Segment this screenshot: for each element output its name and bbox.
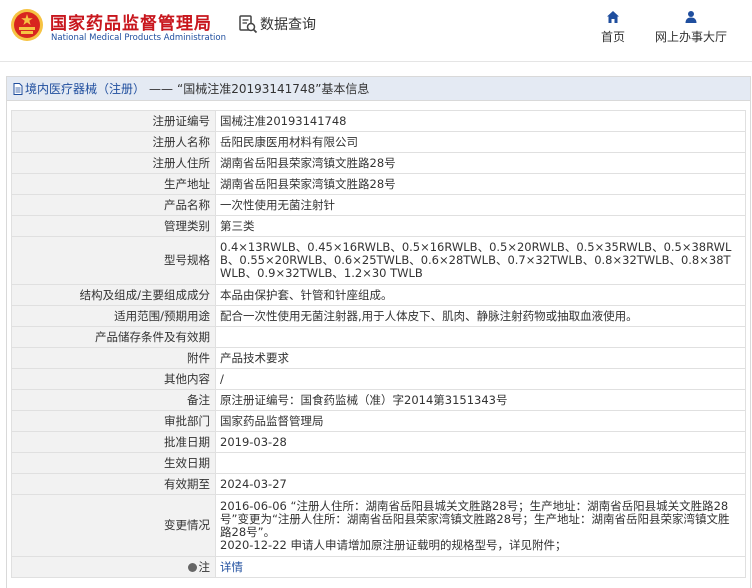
row-key: 注册人名称 — [11, 131, 216, 153]
table-row: 结构及组成/主要组成成分 本品由保护套、针管和针座组成。 — [11, 284, 746, 306]
table-row: 产品名称 一次性使用无菌注射针 — [11, 194, 746, 216]
breadcrumb-section-link[interactable]: 境内医疗器械（注册） — [25, 80, 145, 97]
row-key: 附件 — [11, 347, 216, 369]
row-key: 产品储存条件及有效期 — [11, 326, 216, 348]
change-record: 2020-12-22 申请人申请增加原注册证载明的规格型号，详见附件； — [220, 537, 567, 552]
table-row: 生产地址 湖南省岳阳县荣家湾镇文胜路28号 — [11, 173, 746, 195]
row-value — [215, 326, 746, 348]
table-row: 产品储存条件及有效期 — [11, 326, 746, 348]
table-row: 批准日期 2019-03-28 — [11, 431, 746, 453]
row-value: 湖南省岳阳县荣家湾镇文胜路28号 — [215, 173, 746, 195]
table-row: 审批部门 国家药品监督管理局 — [11, 410, 746, 432]
row-value: 一次性使用无菌注射针 — [215, 194, 746, 216]
row-value: 配合一次性使用无菌注射器,用于人体皮下、肌肉、静脉注射药物或抽取血液使用。 — [215, 305, 746, 327]
table-row: 适用范围/预期用途 配合一次性使用无菌注射器,用于人体皮下、肌肉、静脉注射药物或抽… — [11, 305, 746, 327]
info-dot-icon — [187, 562, 197, 572]
breadcrumb: 境内医疗器械（注册） —— “国械注准20193141748”基本信息 — [7, 77, 750, 101]
table-row: 注册人名称 岳阳民康医用材料有限公司 — [11, 131, 746, 153]
registration-info-table: 注册证编号 国械注准20193141748 注册人名称 岳阳民康医用材料有限公司 注… — [11, 110, 746, 578]
row-value: 详情 — [215, 556, 746, 578]
row-key: 变更情况 — [11, 494, 216, 557]
row-value: 2019-03-28 — [215, 431, 746, 453]
row-value: 国家药品监督管理局 — [215, 410, 746, 432]
national-emblem-icon — [11, 9, 43, 41]
row-key: 审批部门 — [11, 410, 216, 432]
row-key: 注册证编号 — [11, 110, 216, 132]
row-key: 型号规格 — [11, 236, 216, 285]
row-key: 注 — [11, 556, 216, 578]
row-key: 结构及组成/主要组成成分 — [11, 284, 216, 306]
row-key: 适用范围/预期用途 — [11, 305, 216, 327]
row-key: 生效日期 — [11, 452, 216, 474]
row-key: 注册人住所 — [11, 152, 216, 174]
row-value: 0.4×13RWLB、0.45×16RWLB、0.5×16RWLB、0.5×20… — [215, 236, 746, 285]
row-key: 其他内容 — [11, 368, 216, 390]
user-icon — [685, 11, 697, 23]
row-value — [215, 452, 746, 474]
table-row: 附件 产品技术要求 — [11, 347, 746, 369]
row-value: 岳阳民康医用材料有限公司 — [215, 131, 746, 153]
row-value: 2016-06-06 “注册人住所：湖南省岳阳县城关文胜路28号；生产地址：湖南… — [215, 494, 746, 557]
row-value: 2024-03-27 — [215, 473, 746, 495]
row-key: 生产地址 — [11, 173, 216, 195]
breadcrumb-separator: —— — [149, 81, 174, 96]
nav-home[interactable]: 首页 — [601, 10, 625, 45]
page-title: “国械注准20193141748”基本信息 — [177, 82, 370, 96]
data-search-label: 数据查询 — [260, 17, 316, 33]
data-search-icon — [239, 15, 258, 34]
change-record: 2016-06-06 “注册人住所：湖南省岳阳县城关文胜路28号；生产地址：湖南… — [220, 498, 730, 539]
row-key: 管理类别 — [11, 215, 216, 237]
info-panel: 境内医疗器械（注册） —— “国械注准20193141748”基本信息 注册证编… — [6, 76, 751, 588]
table-row: 管理类别 第三类 — [11, 215, 746, 237]
row-value: / — [215, 368, 746, 390]
site-brand-name[interactable]: 国家药品监督管理局 — [50, 9, 212, 34]
row-key: 产品名称 — [11, 194, 216, 216]
table-row: 注册人住所 湖南省岳阳县荣家湾镇文胜路28号 — [11, 152, 746, 174]
site-brand-english: National Medical Products Administration — [51, 33, 226, 43]
data-search-link[interactable]: 数据查询 — [238, 14, 316, 34]
table-row: 注册证编号 国械注准20193141748 — [11, 110, 746, 132]
row-key: 备注 — [11, 389, 216, 411]
document-icon — [13, 82, 23, 95]
row-value: 原注册证编号：国食药监械（准）字2014第3151343号 — [215, 389, 746, 411]
table-row: 变更情况 2016-06-06 “注册人住所：湖南省岳阳县城关文胜路28号；生产… — [11, 494, 746, 557]
row-key: 有效期至 — [11, 473, 216, 495]
nav-online-hall[interactable]: 网上办事大厅 — [655, 10, 727, 45]
home-icon — [607, 11, 619, 23]
note-key-label: 注 — [198, 559, 211, 574]
row-value: 本品由保护套、针管和针座组成。 — [215, 284, 746, 306]
table-row: 型号规格 0.4×13RWLB、0.45×16RWLB、0.5×16RWLB、0.… — [11, 236, 746, 285]
details-link[interactable]: 详情 — [220, 560, 243, 574]
row-value: 产品技术要求 — [215, 347, 746, 369]
row-value: 国械注准20193141748 — [215, 110, 746, 132]
table-row: 有效期至 2024-03-27 — [11, 473, 746, 495]
nav-home-label: 首页 — [601, 30, 626, 44]
table-row: 生效日期 — [11, 452, 746, 474]
nav-online-hall-label: 网上办事大厅 — [655, 30, 728, 44]
table-row: 备注 原注册证编号：国食药监械（准）字2014第3151343号 — [11, 389, 746, 411]
row-value: 第三类 — [215, 215, 746, 237]
row-key: 批准日期 — [11, 431, 216, 453]
table-row: 注 详情 — [11, 556, 746, 578]
table-row: 其他内容 / — [11, 368, 746, 390]
site-header: 国家药品监督管理局 National Medical Products Admi… — [0, 0, 752, 62]
row-value: 湖南省岳阳县荣家湾镇文胜路28号 — [215, 152, 746, 174]
